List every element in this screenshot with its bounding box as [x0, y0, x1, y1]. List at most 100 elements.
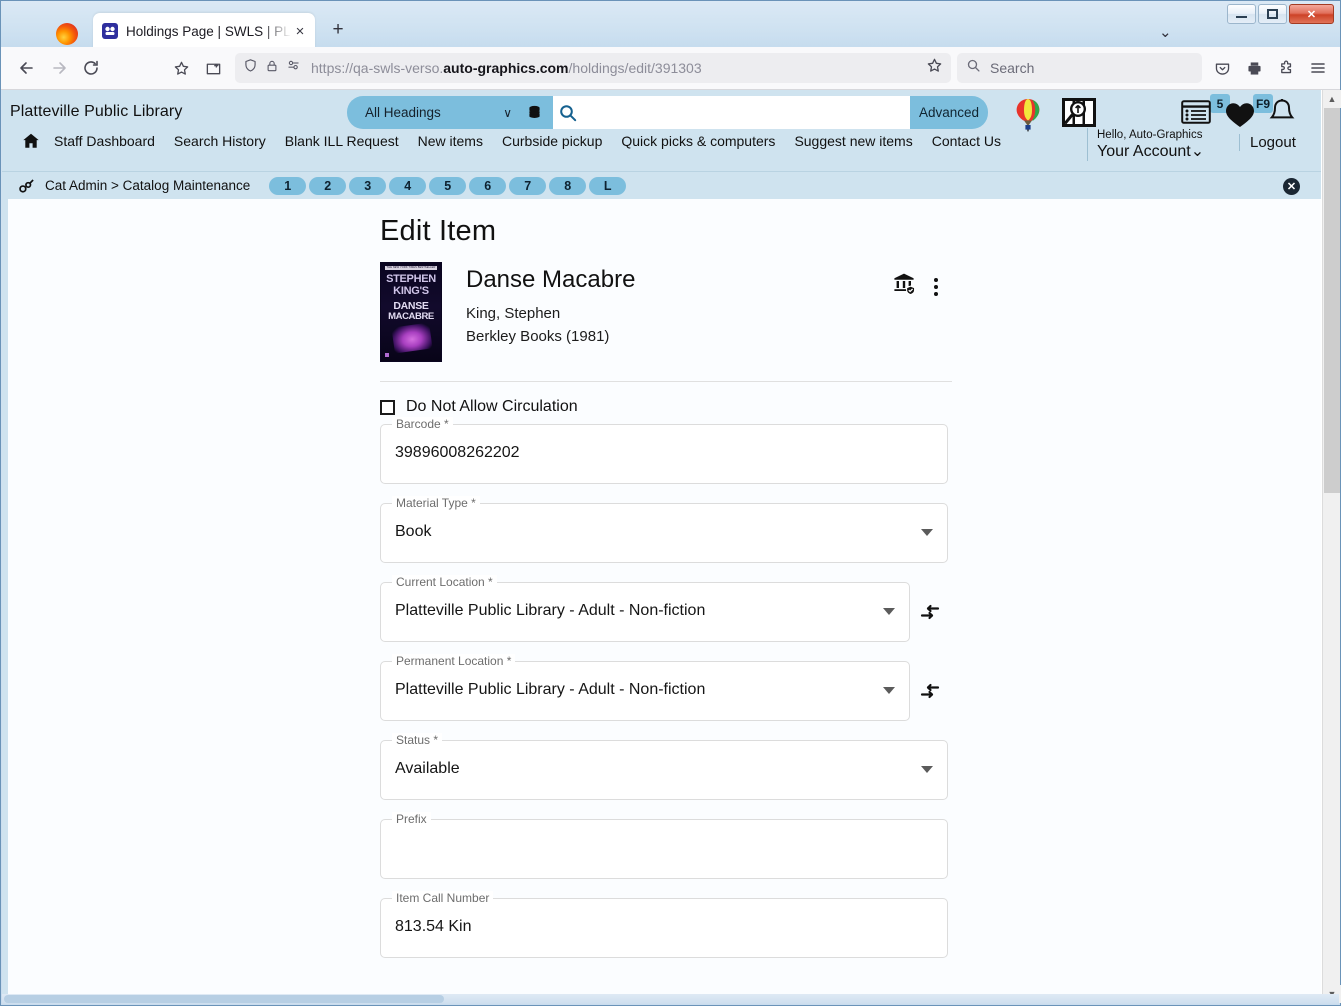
- tracking-protection-shield-icon[interactable]: [243, 58, 258, 78]
- item-call-number-field[interactable]: Item Call Number 813.54 Kin: [380, 891, 948, 958]
- library-verified-icon[interactable]: [892, 272, 916, 301]
- step-pill-6[interactable]: 6: [469, 176, 507, 195]
- print-icon[interactable]: [1238, 53, 1270, 83]
- step-pill-4[interactable]: 4: [389, 176, 427, 195]
- nav-link-staff-dashboard[interactable]: Staff Dashboard: [54, 133, 155, 149]
- home-icon[interactable]: [22, 132, 40, 150]
- back-arrow-icon[interactable]: [11, 53, 43, 83]
- nav-link-contact-us[interactable]: Contact Us: [932, 133, 1001, 149]
- nav-link-suggest-new-items[interactable]: Suggest new items: [794, 133, 912, 149]
- your-account-menu[interactable]: Hello, Auto-Graphics Your Account⌄: [1087, 128, 1204, 161]
- nav-link-search-history[interactable]: Search History: [174, 133, 266, 149]
- material-type-field[interactable]: Material Type * Book: [380, 496, 948, 563]
- status-label: Status *: [392, 733, 443, 747]
- status-field[interactable]: Status * Available: [380, 733, 948, 800]
- cover-band-text: THE NEW YORK TIMES BESTSELLER: [385, 266, 437, 270]
- window-maximize-button[interactable]: [1258, 4, 1287, 24]
- my-list-icon[interactable]: [1181, 100, 1211, 129]
- close-icon[interactable]: ✕: [1283, 178, 1300, 195]
- kebab-menu-icon[interactable]: [934, 277, 938, 296]
- permanent-location-field[interactable]: Permanent Location * Platteville Public …: [380, 654, 910, 721]
- step-pill-2[interactable]: 2: [309, 176, 347, 195]
- record-actions: [892, 272, 938, 301]
- breadcrumb-bar: Cat Admin > Catalog Maintenance 1 2 3 4 …: [2, 171, 1321, 199]
- breadcrumb-text: Cat Admin > Catalog Maintenance: [45, 178, 251, 193]
- current-location-value: Platteville Public Library - Adult - Non…: [395, 602, 706, 619]
- prefix-label: Prefix: [392, 812, 431, 826]
- nav-link-quick-picks[interactable]: Quick picks & computers: [621, 133, 775, 149]
- step-pill-8[interactable]: 8: [549, 176, 587, 195]
- vertical-scrollbar-thumb[interactable]: [1324, 108, 1340, 493]
- prefix-field[interactable]: Prefix: [380, 812, 948, 879]
- heart-icon[interactable]: [1225, 102, 1255, 133]
- step-pill-1[interactable]: 1: [269, 176, 307, 195]
- tab-title: Holdings Page | SWLS | PLATT |: [126, 23, 291, 39]
- chevron-down-icon[interactable]: [921, 529, 933, 536]
- browser-tab-active[interactable]: Holdings Page | SWLS | PLATT | ×: [93, 13, 315, 49]
- advanced-search-button[interactable]: Advanced: [910, 96, 988, 129]
- item-call-number-label: Item Call Number: [392, 891, 494, 905]
- extensions-icon[interactable]: [1270, 53, 1302, 83]
- transfer-location-icon[interactable]: [920, 604, 940, 625]
- barcode-field[interactable]: Barcode * 39896008262202: [380, 417, 948, 484]
- page-viewport: Platteville Public Library All Headings …: [2, 90, 1339, 1003]
- application-menu-icon[interactable]: [1302, 53, 1334, 83]
- catalog-search-input[interactable]: [553, 96, 910, 129]
- step-pill-l[interactable]: L: [589, 176, 627, 195]
- nav-link-blank-ill-request[interactable]: Blank ILL Request: [285, 133, 399, 149]
- item-call-number-value: 813.54 Kin: [395, 918, 472, 935]
- step-pill-3[interactable]: 3: [349, 176, 387, 195]
- step-pill-group: 1 2 3 4 5 6 7 8 L: [269, 176, 627, 195]
- chevron-down-icon[interactable]: [883, 608, 895, 615]
- site-permissions-icon[interactable]: [286, 58, 301, 78]
- current-location-field[interactable]: Current Location * Platteville Public Li…: [380, 575, 910, 642]
- page-horizontal-scrollbar[interactable]: [2, 994, 1339, 1004]
- url-bookmark-star-icon[interactable]: [926, 57, 943, 79]
- bookmark-star-icon[interactable]: [165, 53, 197, 83]
- step-pill-5[interactable]: 5: [429, 176, 467, 195]
- url-bar[interactable]: https://qa-swls-verso.auto-graphics.com/…: [235, 53, 951, 83]
- tab-close-icon[interactable]: ×: [291, 23, 309, 40]
- save-tab-icon[interactable]: [197, 53, 229, 83]
- transfer-location-icon[interactable]: [920, 683, 940, 704]
- database-icon[interactable]: [526, 104, 543, 121]
- reload-icon[interactable]: [75, 53, 107, 83]
- material-type-label: Material Type *: [392, 496, 480, 510]
- cover-artwork: [391, 322, 433, 354]
- browser-window: Holdings Page | SWLS | PLATT | × + ⌄ ✕: [0, 0, 1341, 1006]
- horizontal-scrollbar-thumb[interactable]: [4, 995, 444, 1003]
- step-pill-7[interactable]: 7: [509, 176, 547, 195]
- window-titlebar: Holdings Page | SWLS | PLATT | × + ⌄ ✕: [1, 1, 1340, 49]
- page-title: Edit Item: [380, 215, 497, 247]
- connection-secure-lock-icon[interactable]: [265, 59, 279, 78]
- barcode-value: 39896008262202: [395, 444, 520, 461]
- list-all-tabs-chevron-down-icon[interactable]: ⌄: [1159, 23, 1172, 41]
- chevron-down-icon[interactable]: [921, 766, 933, 773]
- firefox-logo-icon: [56, 23, 78, 45]
- nav-link-curbside-pickup[interactable]: Curbside pickup: [502, 133, 602, 149]
- cover-corner-mark: [385, 353, 389, 357]
- status-value: Available: [395, 760, 460, 777]
- record-summary: THE NEW YORK TIMES BESTSELLER STEPHEN KI…: [380, 262, 960, 362]
- forward-arrow-icon[interactable]: [43, 53, 75, 83]
- new-tab-button[interactable]: +: [326, 19, 350, 43]
- logout-button[interactable]: Logout: [1239, 134, 1296, 151]
- record-metadata: Danse Macabre King, Stephen Berkley Book…: [466, 262, 635, 362]
- hot-air-balloon-icon[interactable]: [1015, 98, 1041, 137]
- account-name: Your Account⌄: [1097, 143, 1205, 160]
- scroll-up-arrow-icon[interactable]: ▲: [1323, 90, 1341, 108]
- window-close-button[interactable]: ✕: [1289, 4, 1334, 24]
- page-vertical-scrollbar[interactable]: ▲ ▼: [1322, 90, 1341, 1003]
- search-scope-dropdown[interactable]: All Headings ∨: [347, 96, 553, 129]
- pocket-icon[interactable]: [1206, 53, 1238, 83]
- do-not-allow-circulation-checkbox[interactable]: [380, 399, 395, 415]
- nav-link-new-items[interactable]: New items: [418, 133, 483, 149]
- notifications-bell-icon[interactable]: [1269, 98, 1295, 133]
- barcode-label: Barcode *: [392, 417, 453, 431]
- account-cluster: 5 F9 Hello, Auto-Graphics Your Account⌄ …: [1003, 90, 1303, 171]
- chevron-down-icon[interactable]: [883, 687, 895, 694]
- library-name: Platteville Public Library: [10, 103, 183, 120]
- browser-search-bar[interactable]: Search: [957, 53, 1202, 83]
- cover-line-4: MACABRE: [388, 311, 434, 322]
- window-minimize-button[interactable]: [1227, 4, 1256, 24]
